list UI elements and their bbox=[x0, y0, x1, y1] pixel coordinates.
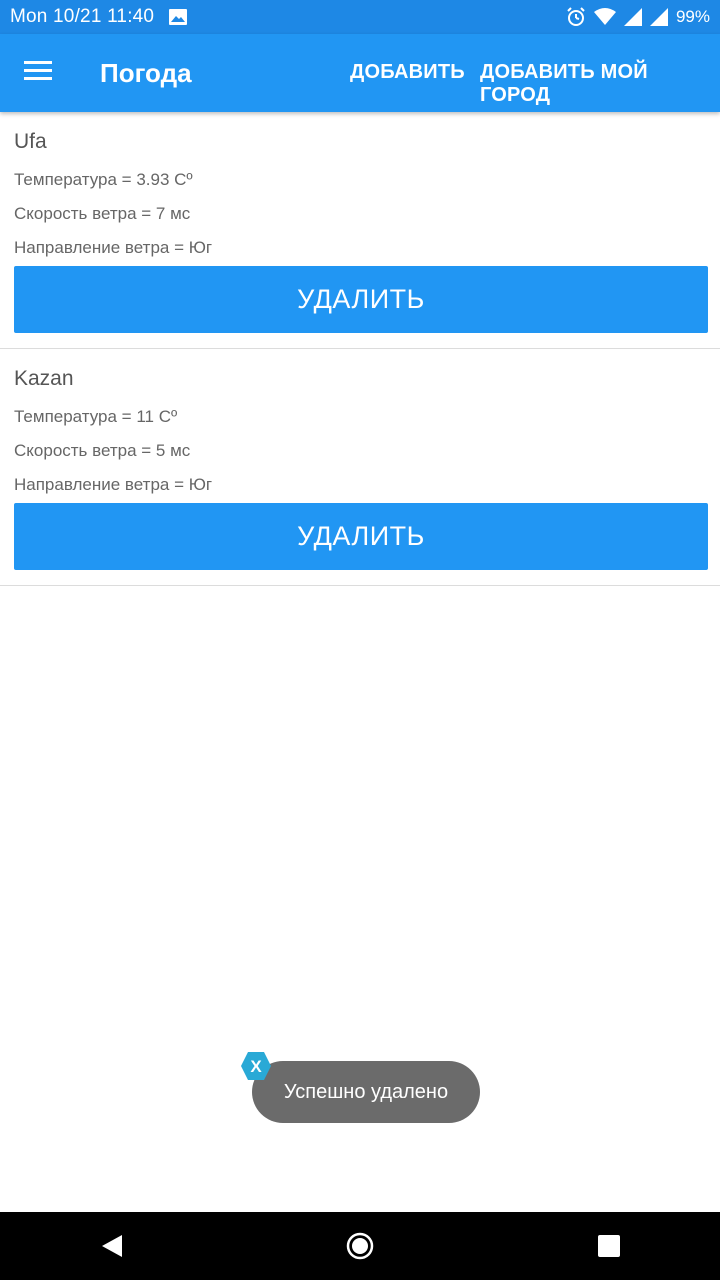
wind-direction-label: Направление ветра = Юг bbox=[14, 238, 213, 257]
signal-icon bbox=[623, 8, 642, 26]
city-name: Kazan bbox=[14, 367, 74, 390]
back-icon[interactable] bbox=[98, 1232, 126, 1260]
home-icon[interactable] bbox=[346, 1232, 374, 1260]
temperature-label: Температура = 3.93 Cº bbox=[14, 170, 193, 189]
city-card-kazan: Kazan Температура = 11 Cº Скорость ветра… bbox=[0, 349, 720, 586]
signal-icon-2 bbox=[649, 8, 668, 26]
wind-speed-label: Скорость ветра = 7 мс bbox=[14, 204, 191, 223]
wifi-icon bbox=[593, 8, 616, 25]
page-title: Погода bbox=[100, 58, 192, 88]
status-bar: Mon 10/21 11:40 99% bbox=[0, 0, 720, 34]
image-icon bbox=[169, 9, 188, 25]
status-icons: 99% bbox=[566, 7, 710, 27]
add-my-city-button[interactable]: ДОБАВИТЬ МОЙ ГОРОД bbox=[480, 61, 720, 107]
app-bar: Погода ДОБАВИТЬ ДОБАВИТЬ МОЙ ГОРОД bbox=[0, 34, 720, 112]
navigation-bar bbox=[0, 1212, 720, 1280]
menu-icon[interactable] bbox=[24, 60, 52, 82]
battery-level: 99% bbox=[675, 7, 710, 26]
delete-button[interactable]: УДАЛИТЬ bbox=[14, 503, 708, 570]
recent-apps-icon[interactable] bbox=[595, 1232, 623, 1260]
xamarin-badge-icon: X bbox=[241, 1052, 271, 1080]
wind-direction-label: Направление ветра = Юг bbox=[14, 475, 213, 494]
status-time: Mon 10/21 11:40 bbox=[10, 6, 155, 27]
temperature-label: Температура = 11 Cº bbox=[14, 407, 178, 426]
city-list: Ufa Температура = 3.93 Cº Скорость ветра… bbox=[0, 112, 720, 586]
city-name: Ufa bbox=[14, 130, 47, 153]
wind-speed-label: Скорость ветра = 5 мс bbox=[14, 441, 191, 460]
toast-message: Успешно удалено bbox=[252, 1061, 480, 1123]
alarm-icon bbox=[567, 7, 585, 26]
city-card-ufa: Ufa Температура = 3.93 Cº Скорость ветра… bbox=[0, 112, 720, 349]
delete-button[interactable]: УДАЛИТЬ bbox=[14, 266, 708, 333]
toast-badge-text: X bbox=[250, 1057, 262, 1076]
add-button[interactable]: ДОБАВИТЬ bbox=[350, 61, 465, 84]
